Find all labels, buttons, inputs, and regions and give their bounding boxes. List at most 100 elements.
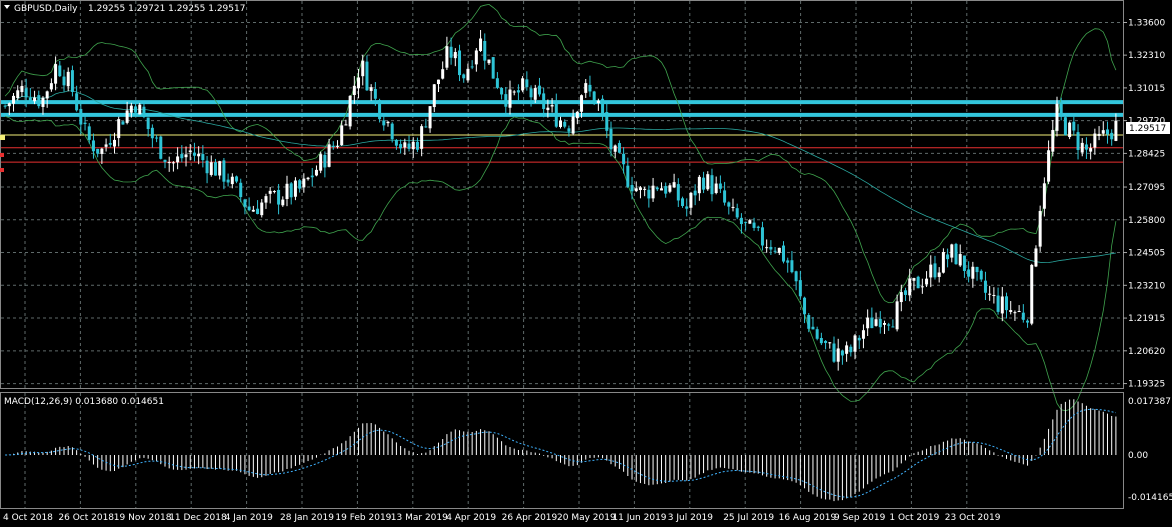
- candle-body[interactable]: [941, 251, 945, 273]
- candle-body[interactable]: [243, 199, 247, 207]
- candle-body[interactable]: [453, 52, 457, 59]
- candle-body[interactable]: [20, 85, 24, 93]
- candle-body[interactable]: [1093, 133, 1097, 148]
- candle-body[interactable]: [1005, 296, 1008, 311]
- candle-body[interactable]: [630, 185, 634, 192]
- candle-body[interactable]: [285, 183, 289, 199]
- candle-body[interactable]: [1072, 121, 1076, 131]
- candle-body[interactable]: [218, 161, 222, 176]
- candle-body[interactable]: [415, 141, 419, 150]
- candle-body[interactable]: [83, 122, 87, 124]
- candle-body[interactable]: [163, 159, 167, 163]
- candle-body[interactable]: [929, 264, 933, 278]
- candle-body[interactable]: [117, 119, 121, 139]
- candle-body[interactable]: [365, 61, 369, 91]
- candle-body[interactable]: [861, 330, 865, 339]
- candle-body[interactable]: [782, 245, 785, 262]
- candle-body[interactable]: [1055, 103, 1059, 131]
- candle-body[interactable]: [277, 189, 281, 205]
- candle-body[interactable]: [651, 185, 655, 199]
- candle-body[interactable]: [676, 184, 680, 201]
- candle-body[interactable]: [546, 107, 550, 111]
- candle-body[interactable]: [706, 174, 710, 190]
- candle-body[interactable]: [975, 266, 979, 273]
- candle-body[interactable]: [138, 104, 142, 115]
- candle-body[interactable]: [180, 154, 184, 159]
- candle-body[interactable]: [483, 40, 487, 61]
- candle-body[interactable]: [971, 266, 975, 279]
- candle-body[interactable]: [622, 153, 626, 165]
- candle-body[interactable]: [327, 144, 331, 167]
- candle-body[interactable]: [559, 120, 562, 127]
- candle-body[interactable]: [529, 88, 533, 98]
- candle-body[interactable]: [1080, 142, 1084, 153]
- candle-body[interactable]: [260, 202, 264, 216]
- candle-body[interactable]: [466, 68, 470, 81]
- candle-body[interactable]: [521, 78, 525, 91]
- candle-body[interactable]: [845, 345, 849, 354]
- candle-body[interactable]: [96, 148, 100, 154]
- candle-body[interactable]: [403, 142, 407, 148]
- candle-body[interactable]: [491, 57, 495, 79]
- candle-body[interactable]: [815, 329, 819, 339]
- candle-body[interactable]: [1068, 122, 1072, 138]
- candle-body[interactable]: [1097, 133, 1101, 136]
- candle-body[interactable]: [580, 95, 584, 112]
- candle-body[interactable]: [306, 177, 310, 180]
- candle-body[interactable]: [626, 165, 630, 187]
- candle-body[interactable]: [946, 254, 950, 260]
- candle-body[interactable]: [533, 88, 537, 100]
- candle-body[interactable]: [197, 153, 201, 157]
- candle-body[interactable]: [765, 247, 769, 249]
- candle-body[interactable]: [1063, 117, 1067, 136]
- candle-body[interactable]: [1101, 130, 1105, 134]
- candle-body[interactable]: [882, 323, 886, 325]
- candlesticks[interactable]: [3, 30, 1118, 371]
- candle-body[interactable]: [323, 154, 327, 168]
- candle-body[interactable]: [609, 128, 613, 150]
- candle-body[interactable]: [1114, 120, 1118, 141]
- candle-body[interactable]: [298, 180, 302, 189]
- candle-body[interactable]: [411, 141, 415, 150]
- candle-body[interactable]: [428, 106, 432, 129]
- candle-body[interactable]: [512, 91, 516, 93]
- candle-body[interactable]: [340, 125, 344, 146]
- candle-body[interactable]: [230, 176, 234, 185]
- candle-body[interactable]: [209, 162, 213, 175]
- candle-body[interactable]: [1051, 129, 1055, 152]
- candle-body[interactable]: [1038, 210, 1042, 247]
- candle-body[interactable]: [121, 121, 125, 125]
- candle-body[interactable]: [760, 227, 764, 246]
- candle-body[interactable]: [1059, 102, 1063, 116]
- candle-body[interactable]: [748, 220, 752, 224]
- candle-body[interactable]: [542, 93, 546, 110]
- candle-body[interactable]: [550, 105, 554, 107]
- candle-body[interactable]: [226, 179, 230, 183]
- candle-body[interactable]: [786, 260, 790, 263]
- candle-body[interactable]: [1026, 320, 1030, 323]
- candle-body[interactable]: [424, 126, 428, 128]
- candle-body[interactable]: [100, 148, 104, 154]
- candle-body[interactable]: [992, 294, 996, 296]
- candle-body[interactable]: [870, 317, 874, 329]
- candle-body[interactable]: [420, 126, 424, 149]
- candle-body[interactable]: [272, 191, 276, 193]
- candle-body[interactable]: [744, 221, 748, 223]
- candle-body[interactable]: [723, 190, 727, 203]
- candle-body[interactable]: [369, 87, 373, 91]
- candle-body[interactable]: [432, 84, 436, 108]
- red-level-handle-2[interactable]: [0, 168, 4, 172]
- candle-body[interactable]: [962, 255, 966, 272]
- red-level-handle-1[interactable]: [0, 153, 4, 157]
- candle-body[interactable]: [458, 50, 462, 76]
- candle-body[interactable]: [155, 137, 159, 139]
- candle-body[interactable]: [702, 177, 706, 190]
- candle-body[interactable]: [1110, 132, 1114, 140]
- candle-body[interactable]: [878, 318, 882, 328]
- candle-body[interactable]: [537, 85, 541, 95]
- candle-body[interactable]: [357, 77, 361, 89]
- candle-body[interactable]: [487, 59, 491, 64]
- candle-body[interactable]: [710, 175, 714, 195]
- candle-body[interactable]: [12, 95, 16, 104]
- candle-body[interactable]: [479, 38, 483, 52]
